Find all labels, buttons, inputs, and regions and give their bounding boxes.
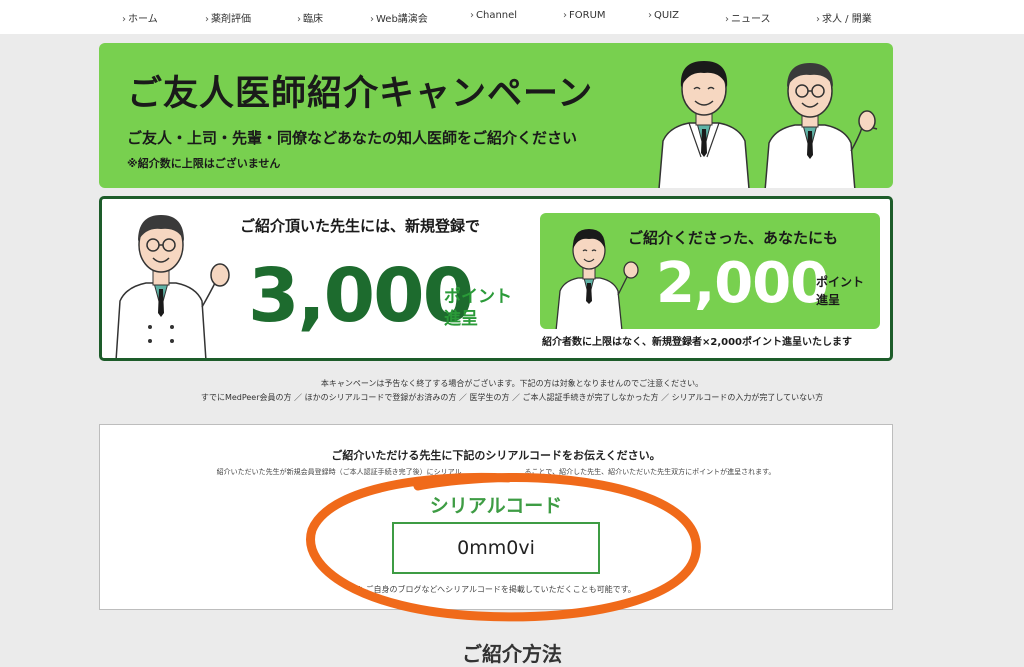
- friend-reward-heading: ご紹介頂いた先生には、新規登録で: [240, 217, 481, 235]
- serial-description: 紹介いただいた先生が新規会員登録時（ご本人認証手続き完了後）にシリアル ることで…: [216, 468, 776, 476]
- nav-item-channel[interactable]: › Channel: [470, 10, 517, 21]
- campaign-notice: 本キャンペーンは予告なく終了する場合がございます。下記の方は対象となりませんので…: [320, 379, 704, 388]
- chevron-right-icon: ›: [470, 10, 474, 21]
- referrer-reward-heading: ご紹介くださった、あなたにも: [628, 229, 839, 247]
- chevron-right-icon: ›: [648, 10, 652, 21]
- chevron-right-icon: ›: [816, 14, 820, 25]
- campaign-note: ※紹介数に上限はございません: [127, 157, 281, 170]
- doctor-illustration: [115, 215, 230, 358]
- referrer-reward-panel: ご紹介くださった、あなたにも 2,000 ポイント 進呈: [540, 213, 880, 329]
- serial-code-value[interactable]: 0mm0vi: [392, 522, 600, 574]
- chevron-right-icon: ›: [563, 10, 567, 21]
- campaign-title: ご友人医師紹介キャンペーン: [127, 74, 594, 114]
- reward-banner: ご紹介頂いた先生には、新規登録で 3,000 ポイント 進呈 ご紹介くださった、…: [99, 196, 893, 361]
- nav-item-jobs[interactable]: › 求人 / 開業: [816, 10, 872, 25]
- serial-heading: ご紹介いただける先生に下記のシリアルコードをお伝えください。: [331, 449, 661, 462]
- serial-footnote: ※ ご自身のブログなどへシリアルコードを掲載していただくことも可能です。: [356, 585, 636, 594]
- campaign-subtitle: ご友人・上司・先輩・同僚などあなたの知人医師をご紹介ください: [127, 129, 578, 147]
- referrer-reward-points: 2,000: [656, 251, 829, 316]
- nav-item-clinical[interactable]: › 臨床: [297, 10, 323, 25]
- referrer-reward-unit: ポイント: [816, 275, 865, 289]
- campaign-banner: ご友人医師紹介キャンペーン ご友人・上司・先輩・同僚などあなたの知人医師をご紹介…: [99, 43, 893, 188]
- ineligibility-list: すでにMedPeer会員の方 ／ ほかのシリアルコードで登録がお済みの方 ／ 医…: [200, 393, 824, 402]
- nav-item-web-lecture[interactable]: › Web講演会: [370, 10, 428, 25]
- friend-reward-points: 3,000: [248, 253, 474, 339]
- nav-item-drug-review[interactable]: › 薬剤評価: [205, 10, 251, 25]
- referrer-reward-unit-suffix: 進呈: [816, 293, 841, 307]
- chevron-right-icon: ›: [122, 14, 126, 25]
- doctor-illustration: [764, 63, 878, 188]
- chevron-right-icon: ›: [370, 14, 374, 25]
- section-title: ご紹介方法: [462, 642, 562, 666]
- nav-item-forum[interactable]: › FORUM: [563, 10, 606, 21]
- chevron-right-icon: ›: [205, 14, 209, 25]
- referral-limit-note: 紹介者数に上限はなく、新規登録者×2,000ポイント進呈いたします: [542, 337, 853, 348]
- nav-item-quiz[interactable]: › QUIZ: [648, 10, 679, 21]
- chevron-right-icon: ›: [725, 14, 729, 25]
- nav-item-home[interactable]: › ホーム: [122, 10, 158, 25]
- doctor-illustration: [658, 61, 750, 188]
- top-nav: › ホーム › 薬剤評価 › 臨床 › Web講演会 › Channel › FORUM ›…: [0, 0, 1024, 34]
- chevron-right-icon: ›: [297, 14, 301, 25]
- serial-code-label: シリアルコード: [429, 495, 563, 517]
- serial-code-panel: ご紹介いただける先生に下記のシリアルコードをお伝えください。 紹介いただいた先生…: [99, 424, 893, 610]
- friend-reward-unit-suffix: 進呈: [444, 309, 478, 329]
- nav-item-news[interactable]: › ニュース: [725, 10, 771, 25]
